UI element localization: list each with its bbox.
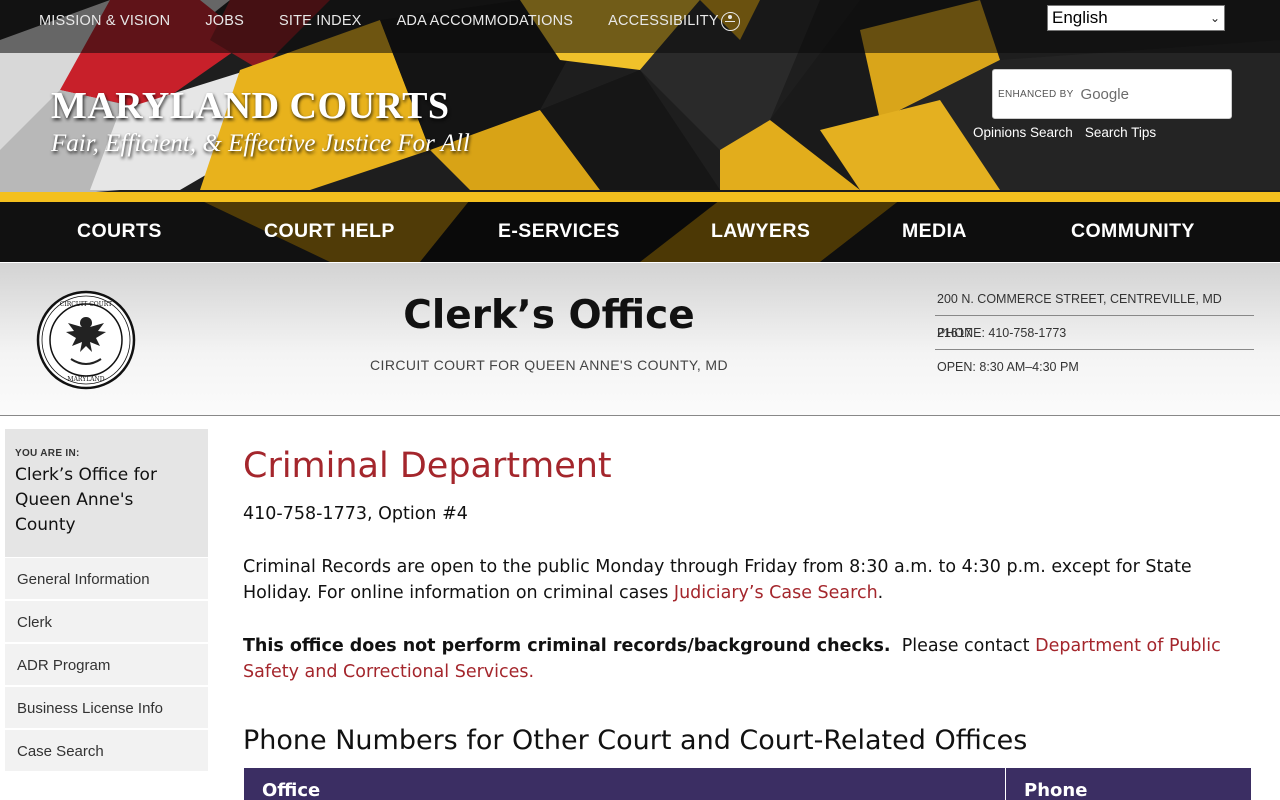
department-phone: 410-758-1773, Option #4	[243, 504, 468, 524]
search-enhanced-label: ENHANCED BY	[998, 88, 1074, 100]
site-index-link[interactable]: SITE INDEX	[279, 12, 362, 30]
sidebar-item-business-license-info[interactable]: Business License Info	[5, 687, 208, 730]
search-links: Opinions Search Search Tips	[973, 125, 1156, 140]
accessibility-label: ACCESSIBILITY	[608, 13, 719, 29]
nav-community[interactable]: COMMUNITY	[1071, 220, 1195, 243]
main-content: Criminal Department 410-758-1773, Option…	[243, 446, 1253, 756]
site-brand[interactable]: MARYLAND COURTS Fair, Efficient, & Effec…	[51, 84, 470, 158]
notice-paragraph: This office does not perform criminal re…	[243, 633, 1253, 685]
you-are-in-box: YOU ARE IN: Clerk’s Office for Queen Ann…	[5, 429, 208, 558]
sidebar-item-case-search[interactable]: Case Search	[5, 730, 208, 773]
nav-lawyers[interactable]: LAWYERS	[711, 220, 810, 243]
chevron-down-icon: ⌄	[1209, 11, 1220, 25]
header-banner: MISSION & VISION JOBS SITE INDEX ADA ACC…	[0, 0, 1280, 262]
sidebar: YOU ARE IN: Clerk’s Office for Queen Ann…	[5, 429, 208, 773]
office-phone: PHONE: 410-758-1773	[935, 316, 1254, 350]
accessibility-link[interactable]: ACCESSIBILITY	[608, 11, 740, 31]
phone-table-header: Office Phone	[244, 768, 1251, 800]
column-header-office: Office	[244, 768, 1006, 800]
office-address: 200 N. COMMERCE STREET, CENTREVILLE, MD …	[935, 282, 1254, 340]
search-input[interactable]: ENHANCED BY Google	[992, 69, 1232, 119]
search-tips-link[interactable]: Search Tips	[1085, 125, 1156, 140]
sidebar-item-adr-program[interactable]: ADR Program	[5, 644, 208, 687]
nav-courts[interactable]: COURTS	[77, 220, 162, 243]
language-selected: English	[1052, 8, 1108, 27]
records-period: .	[877, 583, 884, 603]
office-hours: OPEN: 8:30 AM–4:30 PM	[937, 360, 1079, 374]
sidebar-item-clerk[interactable]: Clerk	[5, 601, 208, 644]
opinions-search-link[interactable]: Opinions Search	[973, 125, 1073, 140]
mission-vision-link[interactable]: MISSION & VISION	[39, 12, 170, 30]
gold-divider	[0, 192, 1280, 202]
notice-bold: This office does not perform criminal re…	[243, 636, 891, 656]
nav-e-services[interactable]: E-SERVICES	[498, 220, 620, 243]
main-nav: COURTS COURT HELP E-SERVICES LAWYERS MED…	[0, 202, 1280, 262]
nav-media[interactable]: MEDIA	[902, 220, 967, 243]
office-title: Clerk’s Office	[403, 293, 695, 338]
phones-heading: Phone Numbers for Other Court and Court-…	[243, 725, 1028, 756]
language-select[interactable]: English ⌄	[1047, 5, 1225, 31]
office-header: CIRCUIT COURT MARYLAND Clerk’s Office CI…	[0, 263, 1280, 416]
column-header-phone: Phone	[1024, 780, 1088, 800]
you-are-in-label: YOU ARE IN:	[15, 448, 80, 459]
utility-nav: MISSION & VISION JOBS SITE INDEX ADA ACC…	[39, 11, 775, 31]
google-logo-text: Google	[1080, 85, 1129, 103]
notice-text: Please contact	[890, 636, 1036, 656]
site-title: MARYLAND COURTS	[51, 85, 450, 127]
case-search-link[interactable]: Judiciary’s Case Search	[674, 583, 878, 603]
nav-court-help[interactable]: COURT HELP	[264, 220, 395, 243]
records-paragraph: Criminal Records are open to the public …	[243, 554, 1253, 606]
current-location[interactable]: Clerk’s Office for Queen Anne's County	[15, 463, 175, 538]
office-contact: 200 N. COMMERCE STREET, CENTREVILLE, MD …	[935, 282, 1254, 384]
svg-text:MARYLAND: MARYLAND	[67, 376, 104, 383]
site-tagline: Fair, Efficient, & Effective Justice For…	[51, 130, 470, 157]
office-subtitle: CIRCUIT COURT FOR QUEEN ANNE'S COUNTY, M…	[370, 357, 728, 373]
page-title: Criminal Department	[243, 446, 612, 486]
ada-accommodations-link[interactable]: ADA ACCOMMODATIONS	[397, 12, 574, 30]
sidebar-item-general-information[interactable]: General Information	[5, 558, 208, 601]
jobs-link[interactable]: JOBS	[205, 12, 244, 30]
accessibility-icon	[720, 11, 740, 31]
